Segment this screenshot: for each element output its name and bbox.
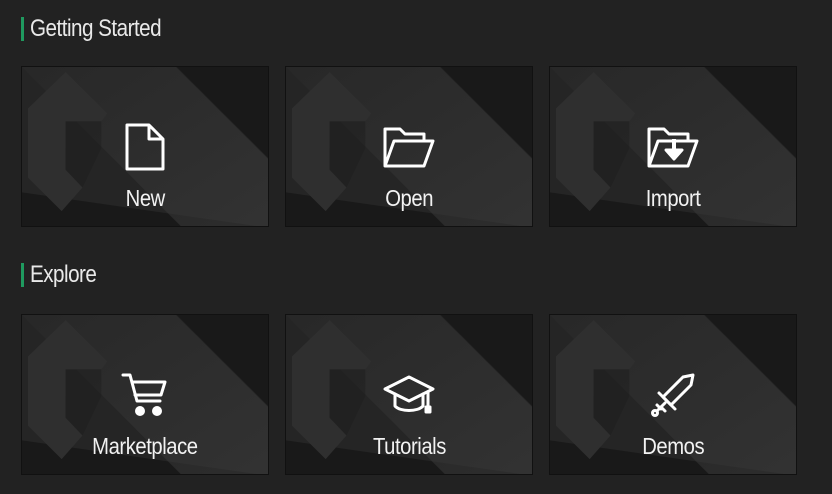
start-screen: Getting Started New Open Import Explore … (0, 0, 832, 494)
graduation-cap-icon (381, 367, 437, 423)
card-label: Demos (642, 433, 704, 459)
card-label: Import (645, 185, 701, 211)
card-label: Open (385, 185, 433, 211)
folder-import-icon (645, 119, 701, 175)
sword-icon (645, 367, 701, 423)
open-project-card[interactable]: Open (285, 66, 533, 227)
section-accent-bar (21, 17, 24, 41)
folder-open-icon (381, 119, 437, 175)
cart-icon (117, 367, 173, 423)
section-title-explore: Explore (21, 261, 107, 288)
section-title-label: Explore (30, 261, 97, 288)
import-project-card[interactable]: Import (549, 66, 797, 227)
tutorials-card[interactable]: Tutorials (285, 314, 533, 475)
card-label: New (125, 185, 165, 211)
section-accent-bar (21, 263, 24, 287)
file-icon (117, 119, 173, 175)
marketplace-card[interactable]: Marketplace (21, 314, 269, 475)
demos-card[interactable]: Demos (549, 314, 797, 475)
card-label: Tutorials (372, 433, 446, 459)
new-project-card[interactable]: New (21, 66, 269, 227)
section-title-getting-started: Getting Started (21, 15, 182, 42)
card-label: Marketplace (92, 433, 198, 459)
section-title-label: Getting Started (30, 15, 162, 42)
